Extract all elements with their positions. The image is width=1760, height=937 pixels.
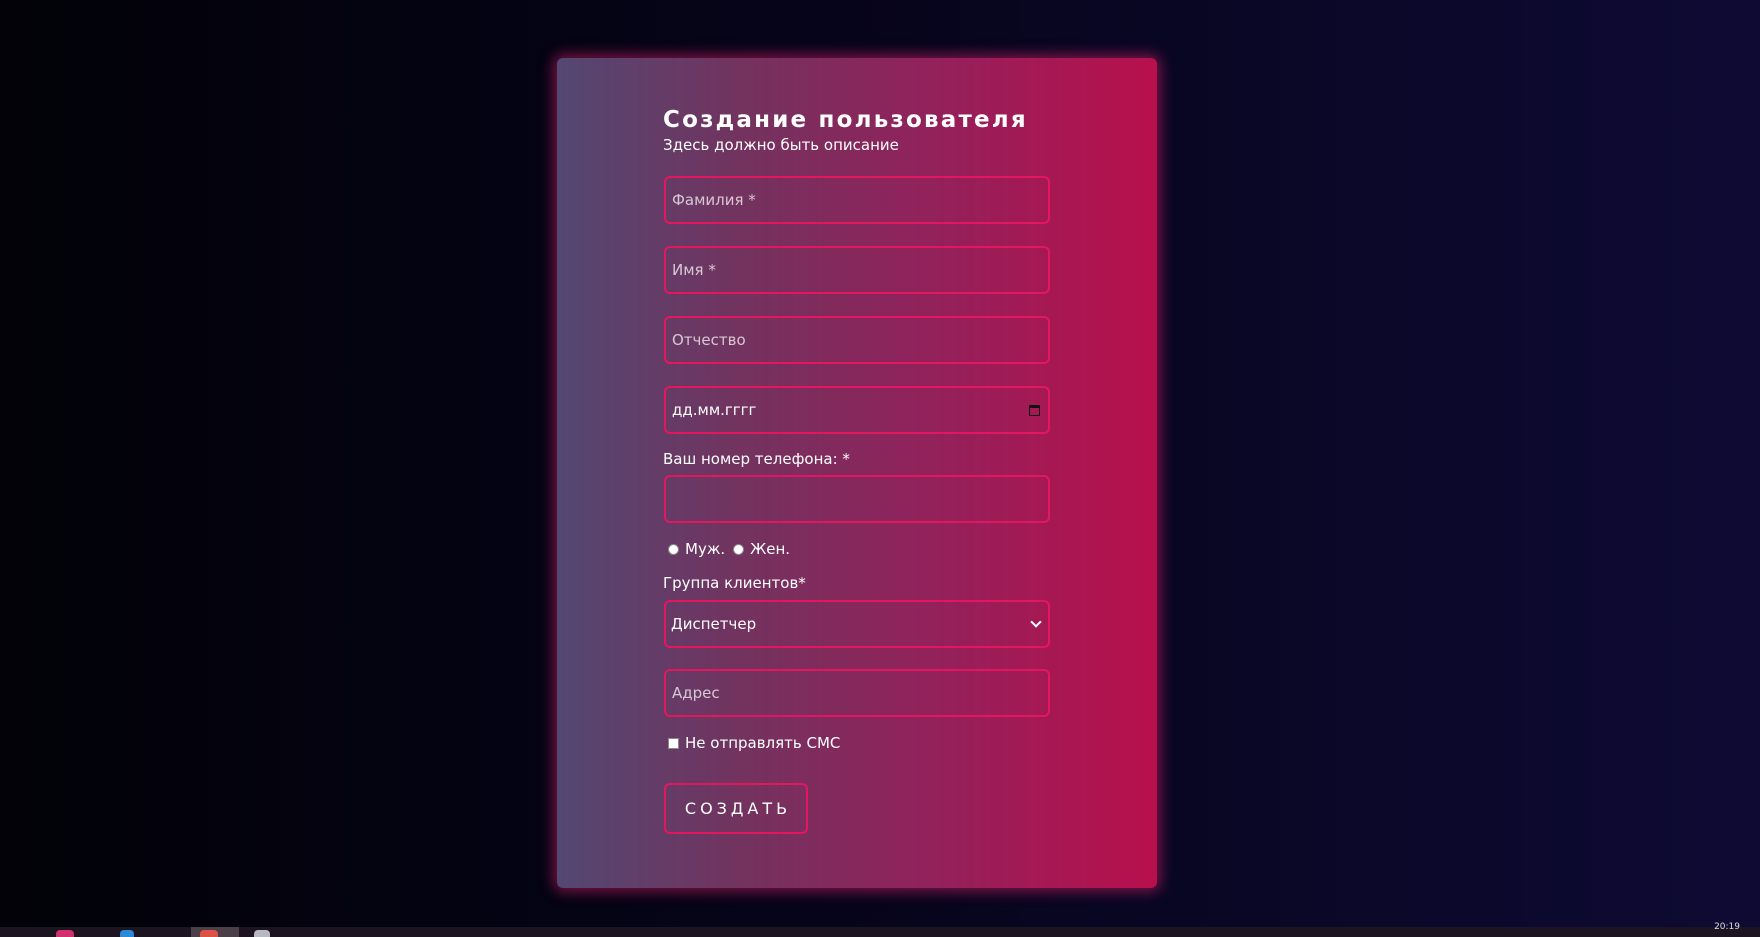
phone-input[interactable]: [664, 475, 1050, 523]
taskbar-app-icon[interactable]: [56, 930, 74, 937]
phone-label: Ваш номер телефона: *: [663, 450, 850, 468]
page-title: Создание пользователя: [663, 107, 1028, 133]
client-group-selected-value: Диспетчер: [671, 615, 757, 633]
birthdate-placeholder: дд.мм.гггг: [672, 401, 757, 419]
taskbar-browser-icon[interactable]: [200, 930, 218, 937]
gender-female-label[interactable]: Жен.: [750, 540, 790, 558]
client-group-label: Группа клиентов*: [663, 574, 806, 592]
chevron-down-icon: [1030, 616, 1042, 628]
birthdate-input[interactable]: дд.мм.гггг: [664, 386, 1050, 434]
client-group-select[interactable]: Диспетчер: [664, 600, 1050, 648]
taskbar: 20:19: [0, 922, 1760, 937]
last-name-input[interactable]: [664, 176, 1050, 224]
no-sms-checkbox[interactable]: [668, 737, 679, 749]
patronymic-input[interactable]: [664, 316, 1050, 364]
taskbar-clock: 20:19: [1714, 922, 1740, 932]
calendar-icon[interactable]: [1029, 404, 1040, 416]
taskbar-folder-icon[interactable]: [254, 930, 270, 937]
gender-male-radio[interactable]: [668, 543, 679, 555]
taskbar-app-icon[interactable]: [120, 930, 134, 937]
no-sms-label[interactable]: Не отправлять СМС: [685, 734, 840, 752]
address-input[interactable]: [664, 669, 1050, 717]
gender-male-label[interactable]: Муж.: [685, 540, 725, 558]
no-sms-option[interactable]: Не отправлять СМС: [668, 734, 840, 752]
gender-radio-group: Муж. Жен.: [668, 540, 798, 558]
gender-female-radio[interactable]: [733, 543, 745, 555]
first-name-input[interactable]: [664, 246, 1050, 294]
create-user-button[interactable]: СОЗДАТЬ: [664, 783, 808, 834]
page-description: Здесь должно быть описание: [663, 136, 899, 154]
